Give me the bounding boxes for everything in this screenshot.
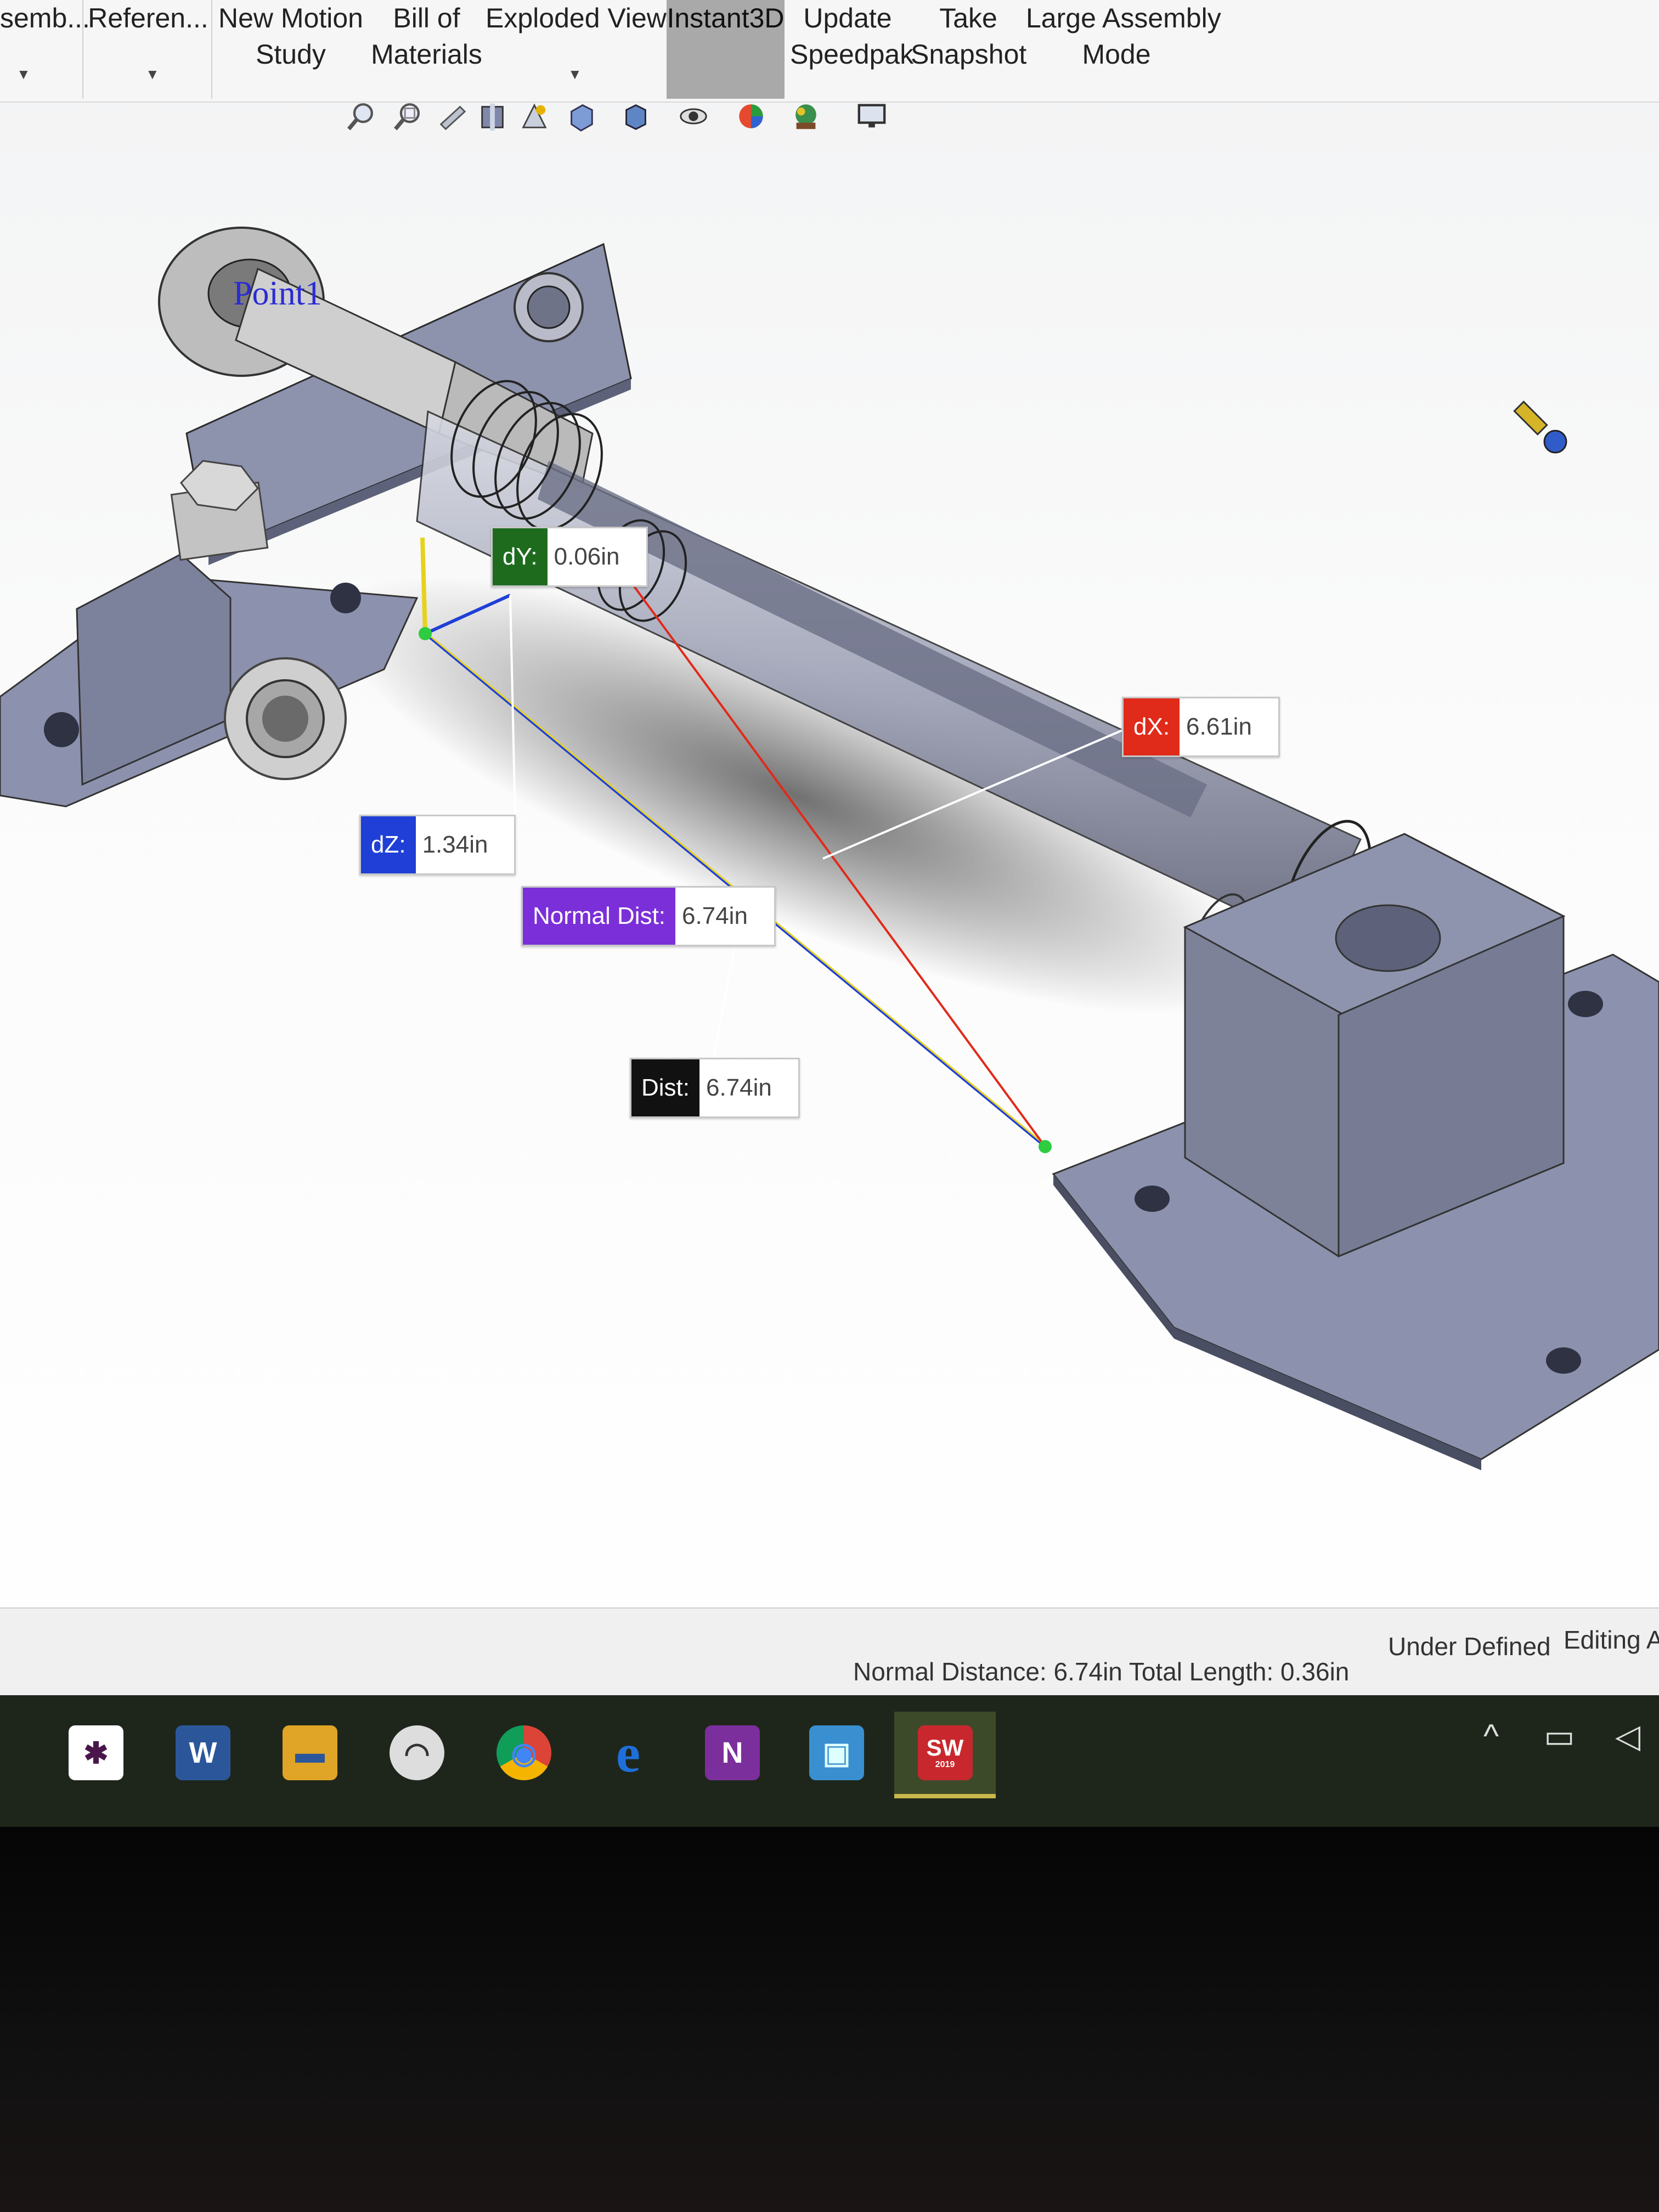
distance-callout[interactable]: Dist: 6.74in — [630, 1058, 800, 1118]
remote-app-icon: ◠ — [390, 1725, 444, 1780]
taskbar-edge[interactable]: e — [582, 1712, 675, 1794]
ribbon-exploded-view-label: Exploded View — [486, 3, 667, 33]
left-pillow-block[interactable] — [0, 460, 419, 808]
status-bar: Normal Distance: 6.74in Total Length: 0.… — [0, 1607, 1659, 1696]
ribbon-update-speedpak-button[interactable]: Update Speedpak — [790, 0, 914, 99]
ribbon-new-motion-study-button[interactable]: New Motion Study — [214, 0, 368, 99]
ribbon-bill-of-materials-button[interactable]: Bill of Materials — [370, 0, 483, 99]
system-tray: ^ ▭ ◁ — [1462, 1712, 1659, 1778]
editing-status: Editing A — [1564, 1626, 1659, 1654]
point1-label: Point1 — [233, 275, 322, 312]
dist-label: Dist: — [631, 1059, 699, 1116]
monitor-bezel — [0, 1827, 1659, 2212]
speaker-icon[interactable]: ◁ — [1615, 1717, 1640, 1756]
taskbar-onenote[interactable]: N — [686, 1712, 779, 1794]
dz-measurement-callout[interactable]: dZ: 1.34in — [359, 815, 516, 875]
measure-status-text: Normal Distance: 6.74in Total Length: 0.… — [853, 1657, 1350, 1686]
ribbon-exploded-view-button[interactable]: Exploded View ▼ — [486, 0, 667, 99]
normal-dist-label: Normal Dist: — [523, 888, 676, 945]
chevron-down-icon[interactable]: ▼ — [16, 56, 31, 92]
dx-measurement-callout[interactable]: dX: 6.61in — [1122, 697, 1280, 757]
ribbon-large-assembly-mode-button[interactable]: Large Assembly Mode — [1026, 0, 1221, 99]
solidworks-icon: SW 2019 — [917, 1725, 973, 1780]
command-manager-ribbon: semb... ▼ Referen... ▼ New Motion Study … — [0, 0, 1659, 103]
dy-measurement-callout[interactable]: dY: 0.06in — [491, 527, 648, 587]
show-hidden-icons-chevron-icon[interactable]: ^ — [1483, 1717, 1499, 1755]
taskbar-word[interactable]: W — [156, 1712, 250, 1794]
ribbon-new-motion-study-label: New Motion Study — [218, 3, 363, 70]
ribbon-assemble-button[interactable]: semb... ▼ — [0, 0, 90, 99]
ribbon-instant3d-label: Instant3D — [667, 3, 785, 33]
ribbon-bill-of-materials-label: Bill of Materials — [371, 3, 482, 70]
ribbon-take-snapshot-button[interactable]: Take Snapshot — [911, 0, 1026, 99]
taskbar-solidworks[interactable]: SW 2019 — [894, 1712, 996, 1798]
ribbon-update-speedpak-label: Update Speedpak — [790, 3, 914, 70]
edge-icon: e — [616, 1722, 641, 1784]
dz-value: 1.34in — [422, 831, 488, 858]
monitor-screen: semb... ▼ Referen... ▼ New Motion Study … — [0, 0, 1659, 1827]
taskbar-remote-app[interactable]: ◠ — [370, 1712, 464, 1794]
ribbon-take-snapshot-label: Take Snapshot — [911, 3, 1027, 70]
ribbon-reference-label: Referen... — [88, 3, 208, 33]
taskbar-chrome[interactable]: ◉ — [477, 1712, 571, 1794]
chevron-down-icon[interactable]: ▼ — [568, 56, 582, 92]
battery-icon[interactable]: ▭ — [1544, 1717, 1575, 1756]
onenote-icon: N — [705, 1725, 760, 1780]
taskbar-file-explorer[interactable]: ▬ — [263, 1712, 357, 1794]
folder-icon: ▬ — [283, 1725, 337, 1780]
ribbon-instant3d-button[interactable]: Instant3D — [667, 0, 785, 99]
normal-distance-callout[interactable]: Normal Dist: 6.74in — [521, 886, 776, 946]
dy-label: dY: — [493, 528, 548, 585]
solidworks-glyph: SW — [926, 1735, 964, 1760]
word-icon: W — [176, 1725, 230, 1780]
dy-value: 0.06in — [554, 543, 620, 570]
dx-value: 6.61in — [1186, 713, 1252, 740]
definition-status: Under Defined — [1388, 1632, 1551, 1661]
chevron-down-icon[interactable]: ▼ — [145, 56, 160, 92]
taskbar-slack[interactable]: ✱ — [49, 1712, 143, 1794]
dist-value: 6.74in — [706, 1074, 772, 1101]
dz-label: dZ: — [361, 816, 416, 873]
control-panel-icon: ▣ — [809, 1725, 864, 1780]
graphics-area[interactable]: Point1 dY: 0.06in dX: 6.61in dZ: 1.34in … — [0, 104, 1659, 1607]
chrome-icon: ◉ — [496, 1725, 551, 1780]
ribbon-large-assembly-mode-label: Large Assembly Mode — [1026, 3, 1221, 70]
slack-icon: ✱ — [69, 1725, 123, 1780]
measure-tool-cursor-icon — [1513, 400, 1567, 454]
normal-dist-value: 6.74in — [682, 902, 748, 929]
assembly-model-viewport[interactable] — [0, 104, 1659, 1607]
ribbon-reference-geometry-button[interactable]: Referen... ▼ — [85, 0, 212, 99]
windows-taskbar: ✱ W ▬ ◠ ◉ e N ▣ SW 2019 ^ ▭ ◁ — [0, 1695, 1659, 1827]
dx-label: dX: — [1124, 698, 1180, 755]
ribbon-assemble-label: semb... — [0, 3, 90, 33]
solidworks-version: 2019 — [935, 1760, 955, 1769]
taskbar-control-panel[interactable]: ▣ — [790, 1712, 883, 1794]
